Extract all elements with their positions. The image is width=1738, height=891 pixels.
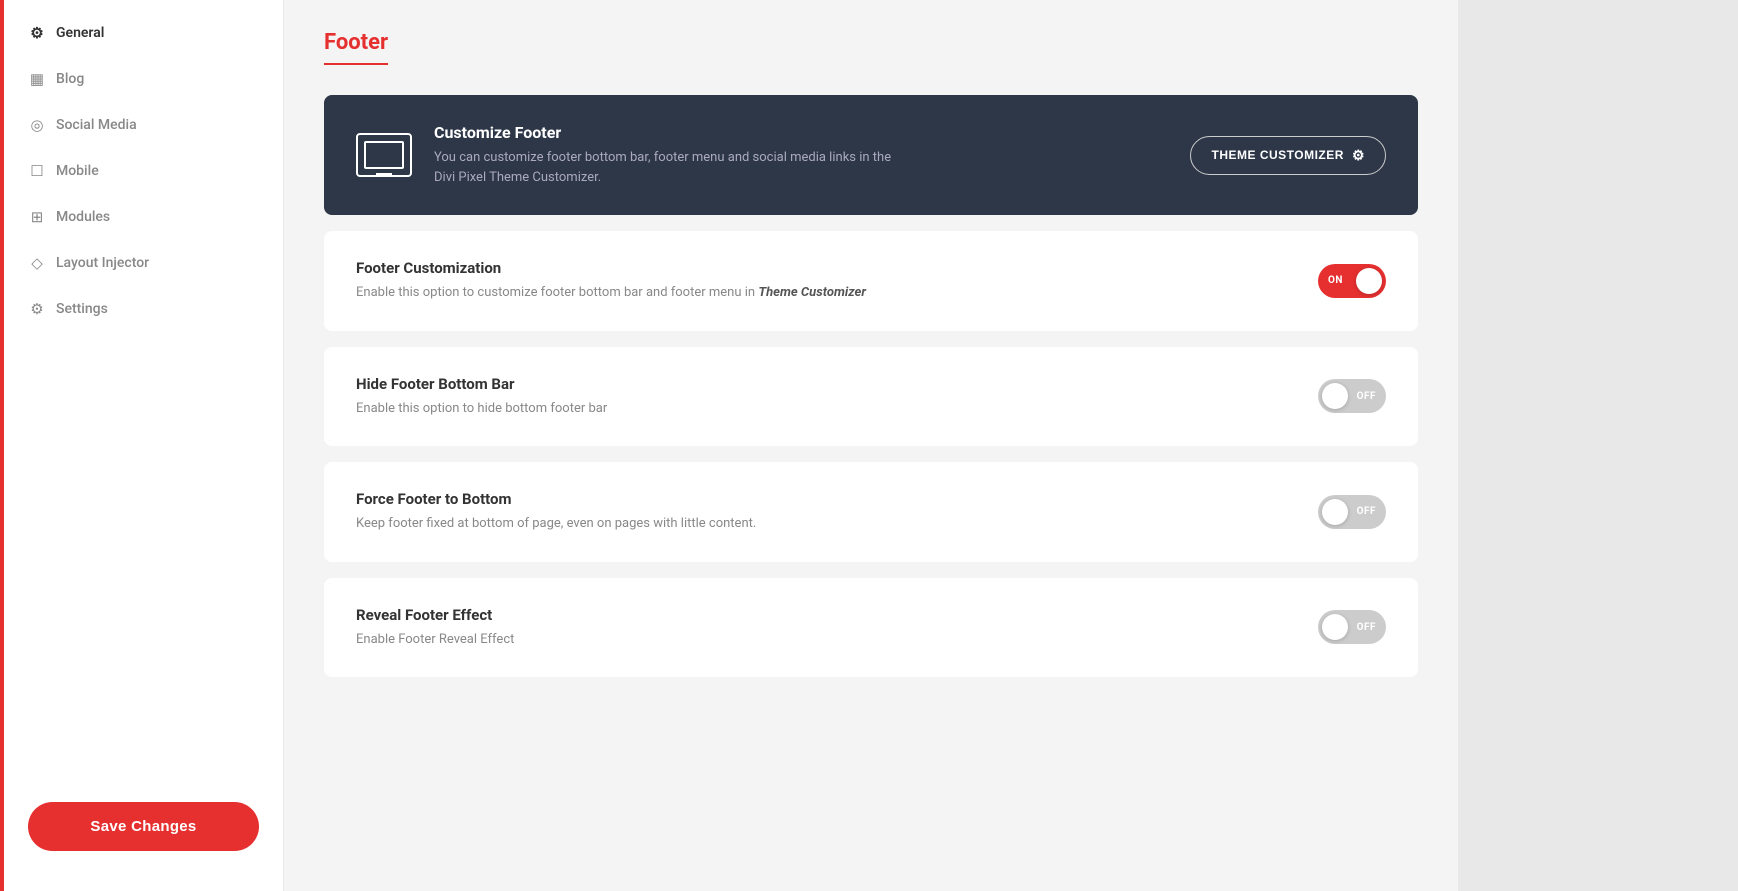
sidebar-item-general[interactable]: ⚙ General <box>4 10 283 56</box>
toggle-switch-reveal-footer[interactable]: OFF <box>1318 610 1386 644</box>
setting-title-reveal-footer: Reveal Footer Effect <box>356 606 514 624</box>
banner-description: You can customize footer bottom bar, foo… <box>434 148 914 187</box>
sidebar-label-layout-injector: Layout Injector <box>56 255 149 271</box>
sidebar-label-mobile: Mobile <box>56 163 99 179</box>
sidebar-nav: ⚙ General ▦ Blog ◎ Social Media ☐ Mobile… <box>4 0 283 782</box>
setting-hide-footer-bottom-bar: Hide Footer Bottom Bar Enable this optio… <box>324 347 1418 447</box>
sidebar-item-layout-injector[interactable]: ◇ Layout Injector <box>4 240 283 286</box>
toggle-off-label-force-footer: OFF <box>1357 506 1376 517</box>
sidebar-item-social-media[interactable]: ◎ Social Media <box>4 102 283 148</box>
setting-desc-force-footer: Keep footer fixed at bottom of page, eve… <box>356 514 756 534</box>
setting-desc-hide-footer: Enable this option to hide bottom footer… <box>356 399 607 419</box>
setting-title-force-footer: Force Footer to Bottom <box>356 490 756 508</box>
theme-customizer-gear-icon: ⚙ <box>1352 147 1365 164</box>
toggle-force-footer[interactable]: OFF <box>1318 495 1386 529</box>
footer-layout-icon <box>356 133 412 177</box>
toggle-switch-hide-footer[interactable]: OFF <box>1318 379 1386 413</box>
page-title: Footer <box>324 30 388 65</box>
setting-info-hide-footer: Hide Footer Bottom Bar Enable this optio… <box>356 375 607 419</box>
modules-icon: ⊞ <box>28 208 46 226</box>
banner-title: Customize Footer <box>434 123 914 142</box>
setting-footer-customization: Footer Customization Enable this option … <box>324 231 1418 331</box>
setting-info-footer-customization: Footer Customization Enable this option … <box>356 259 866 303</box>
main-content: Footer Customize Footer You can customiz… <box>284 0 1458 891</box>
save-changes-button[interactable]: Save Changes <box>28 802 259 851</box>
gear-icon: ⚙ <box>28 24 46 42</box>
toggle-switch-footer-customization[interactable]: ON <box>1318 264 1386 298</box>
sidebar-item-settings[interactable]: ⚙ Settings <box>4 286 283 332</box>
sidebar-label-modules: Modules <box>56 209 110 225</box>
banner-text: Customize Footer You can customize foote… <box>434 123 914 187</box>
footer-icon-inner <box>364 141 404 169</box>
sidebar-label-blog: Blog <box>56 71 84 87</box>
toggle-knob-force-footer <box>1322 499 1348 525</box>
setting-reveal-footer-effect: Reveal Footer Effect Enable Footer Revea… <box>324 578 1418 678</box>
setting-desc-reveal-footer: Enable Footer Reveal Effect <box>356 630 514 650</box>
toggle-knob-hide-footer <box>1322 383 1348 409</box>
toggle-footer-customization[interactable]: ON <box>1318 264 1386 298</box>
sidebar-item-modules[interactable]: ⊞ Modules <box>4 194 283 240</box>
sidebar-item-mobile[interactable]: ☐ Mobile <box>4 148 283 194</box>
toggle-off-label-hide-footer: OFF <box>1357 391 1376 402</box>
theme-customizer-button[interactable]: THEME CUSTOMIZER ⚙ <box>1190 136 1386 175</box>
toggle-on-label: ON <box>1328 275 1343 286</box>
save-button-wrapper: Save Changes <box>4 782 283 871</box>
setting-force-footer-bottom: Force Footer to Bottom Keep footer fixed… <box>324 462 1418 562</box>
toggle-hide-footer[interactable]: OFF <box>1318 379 1386 413</box>
setting-info-reveal-footer: Reveal Footer Effect Enable Footer Revea… <box>356 606 514 650</box>
right-decorative-panel <box>1458 0 1738 891</box>
setting-title-hide-footer: Hide Footer Bottom Bar <box>356 375 607 393</box>
setting-title-footer-customization: Footer Customization <box>356 259 866 277</box>
theme-customizer-label: THEME CUSTOMIZER <box>1211 148 1343 162</box>
setting-info-force-footer: Force Footer to Bottom Keep footer fixed… <box>356 490 756 534</box>
toggle-switch-force-footer[interactable]: OFF <box>1318 495 1386 529</box>
social-media-icon: ◎ <box>28 116 46 134</box>
mobile-icon: ☐ <box>28 162 46 180</box>
layout-injector-icon: ◇ <box>28 254 46 272</box>
blog-icon: ▦ <box>28 70 46 88</box>
toggle-reveal-footer[interactable]: OFF <box>1318 610 1386 644</box>
customize-footer-banner: Customize Footer You can customize foote… <box>324 95 1418 215</box>
setting-desc-link-footer-customization: Theme Customizer <box>758 285 866 300</box>
content-area: Customize Footer You can customize foote… <box>324 95 1418 677</box>
sidebar-label-settings: Settings <box>56 301 108 317</box>
sidebar-item-blog[interactable]: ▦ Blog <box>4 56 283 102</box>
toggle-knob-reveal-footer <box>1322 614 1348 640</box>
setting-desc-footer-customization: Enable this option to customize footer b… <box>356 283 866 303</box>
toggle-off-label-reveal-footer: OFF <box>1357 622 1376 633</box>
settings-icon: ⚙ <box>28 300 46 318</box>
banner-left: Customize Footer You can customize foote… <box>356 123 914 187</box>
sidebar-label-general: General <box>56 25 104 41</box>
sidebar-label-social-media: Social Media <box>56 117 137 133</box>
toggle-knob-footer-customization <box>1356 268 1382 294</box>
sidebar: ⚙ General ▦ Blog ◎ Social Media ☐ Mobile… <box>4 0 284 891</box>
